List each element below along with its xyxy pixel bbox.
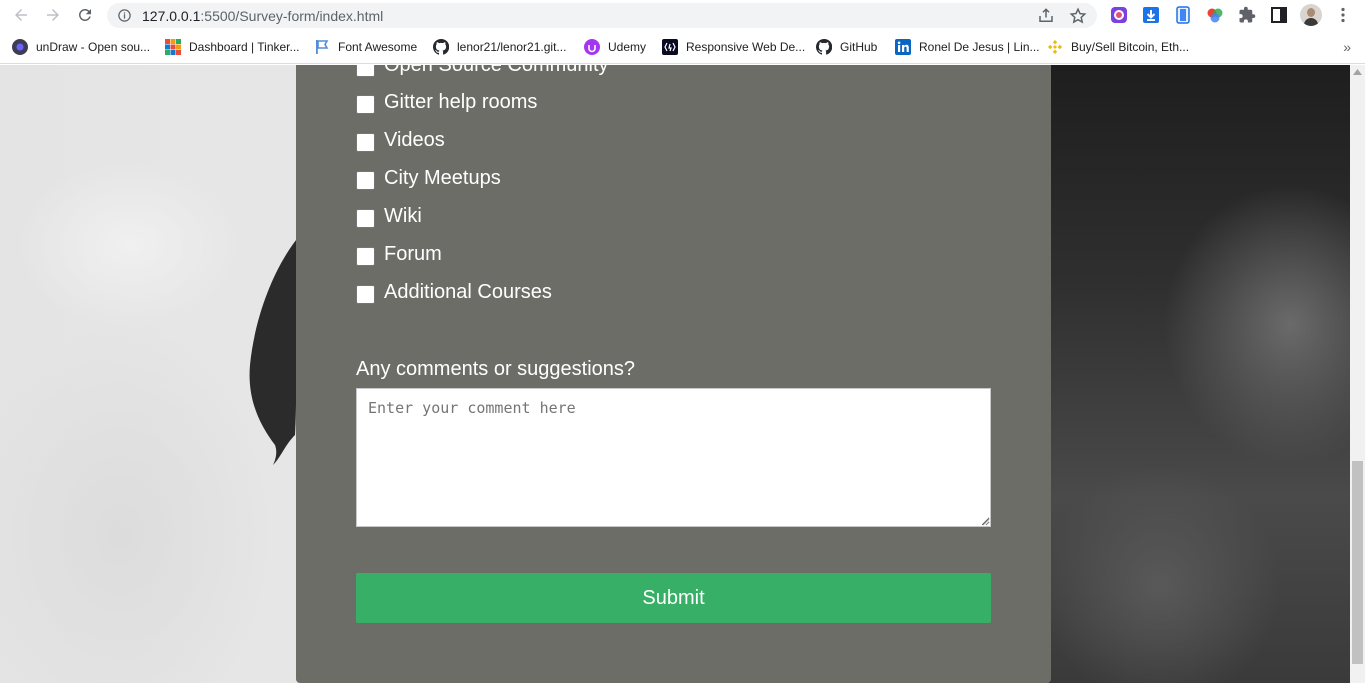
freecodecamp-icon	[662, 39, 678, 55]
checkbox-row-city-meetups[interactable]: City Meetups	[356, 166, 501, 190]
linkedin-icon	[895, 39, 911, 55]
resize-handle-icon[interactable]	[980, 516, 990, 526]
checkbox-label: Forum	[384, 242, 442, 265]
checkbox-row-additional-courses[interactable]: Additional Courses	[356, 280, 552, 304]
checkbox[interactable]	[356, 132, 375, 152]
bookmarks-overflow-chevron-icon[interactable]: »	[1343, 39, 1351, 55]
checkbox[interactable]	[356, 246, 375, 266]
bookmark-freecodecamp[interactable]: Responsive Web De...	[662, 39, 805, 55]
bookmark-font-awesome[interactable]: Font Awesome	[314, 39, 417, 55]
page-viewport: Open Source Community Gitter help rooms …	[0, 65, 1350, 683]
browser-toolbar: 127.0.0.1:5500/Survey-form/index.html	[0, 0, 1365, 31]
extensions-puzzle-icon[interactable]	[1238, 6, 1256, 24]
url-path: :5500/Survey-form/index.html	[200, 8, 384, 24]
bookmark-udemy[interactable]: Udemy	[584, 39, 646, 55]
bookmarks-bar: unDraw - Open sou... Dashboard | Tinker.…	[0, 31, 1365, 64]
page-scrollbar[interactable]	[1350, 65, 1365, 683]
bookmark-star-icon[interactable]	[1069, 7, 1087, 25]
url-text[interactable]: 127.0.0.1:5500/Survey-form/index.html	[142, 8, 383, 24]
checkbox-label: Open Source Community	[384, 65, 609, 77]
checkbox-label: Additional Courses	[384, 280, 552, 303]
bookmark-lenor21[interactable]: lenor21/lenor21.git...	[433, 39, 566, 55]
font-awesome-flag-icon	[316, 40, 329, 54]
side-panel-icon[interactable]	[1270, 6, 1288, 24]
survey-form: Open Source Community Gitter help rooms …	[296, 65, 1051, 683]
background-image-right	[1040, 65, 1350, 683]
profile-avatar[interactable]	[1300, 4, 1322, 26]
info-icon[interactable]	[117, 8, 132, 23]
tinkercad-icon	[165, 39, 181, 55]
arrow-right-icon	[47, 9, 59, 21]
bookmark-github[interactable]: GitHub	[816, 39, 877, 55]
checkbox-label: Videos	[384, 128, 445, 151]
checkbox-row-videos[interactable]: Videos	[356, 128, 445, 152]
share-icon[interactable]	[1037, 7, 1055, 25]
bookmark-label: GitHub	[840, 40, 878, 54]
scrollbar-thumb[interactable]	[1352, 461, 1363, 664]
bookmark-label: Udemy	[608, 40, 647, 54]
udemy-icon	[584, 39, 600, 55]
checkbox-row-wiki[interactable]: Wiki	[356, 204, 422, 228]
checkbox[interactable]	[356, 208, 375, 228]
checkbox[interactable]	[356, 170, 375, 190]
bookmark-label: unDraw - Open sou...	[36, 40, 151, 54]
bookmark-binance[interactable]: Buy/Sell Bitcoin, Eth...	[1047, 39, 1189, 55]
checkbox-row-open-source-community[interactable]: Open Source Community	[356, 65, 609, 77]
checkbox-label: Gitter help rooms	[384, 90, 538, 113]
scroll-up-arrow-icon[interactable]	[1353, 69, 1362, 75]
bookmark-undraw[interactable]: unDraw - Open sou...	[12, 39, 150, 55]
checkbox-row-forum[interactable]: Forum	[356, 242, 442, 266]
comments-label: Any comments or suggestions?	[356, 358, 636, 380]
submit-button[interactable]: Submit	[356, 573, 991, 623]
github-icon	[816, 39, 832, 55]
checkbox[interactable]	[356, 94, 375, 114]
colorzilla-extension-icon[interactable]	[1206, 6, 1224, 24]
bookmark-label: Buy/Sell Bitcoin, Eth...	[1071, 40, 1190, 54]
avatar-body	[1304, 18, 1318, 26]
bookmark-linkedin[interactable]: Ronel De Jesus | Lin...	[895, 39, 1040, 55]
bookmark-label: Dashboard | Tinker...	[189, 40, 300, 54]
bookmark-label: lenor21/lenor21.git...	[457, 40, 567, 54]
checkbox[interactable]	[356, 65, 375, 77]
bookmark-tinkercad[interactable]: Dashboard | Tinker...	[165, 39, 300, 55]
arrow-left-icon	[15, 9, 27, 21]
url-host: 127.0.0.1	[142, 8, 201, 24]
checkbox-label: Wiki	[384, 204, 422, 227]
comments-textarea[interactable]	[356, 388, 991, 527]
undraw-icon	[12, 39, 28, 55]
menu-kebab-icon[interactable]	[1334, 6, 1352, 24]
back-button[interactable]	[10, 4, 32, 26]
avatar-face	[1307, 8, 1315, 17]
checkbox-row-gitter-help-rooms[interactable]: Gitter help rooms	[356, 90, 537, 114]
checkbox-label: City Meetups	[384, 166, 501, 189]
bookmark-label: Responsive Web De...	[686, 40, 806, 54]
bookmark-label: Ronel De Jesus | Lin...	[919, 40, 1040, 54]
reload-icon	[78, 8, 91, 21]
binance-icon	[1048, 40, 1062, 54]
checkbox[interactable]	[356, 284, 375, 304]
download-extension-icon[interactable]	[1142, 6, 1160, 24]
reload-button[interactable]	[74, 4, 96, 26]
github-icon	[433, 39, 449, 55]
clipboard-extension-icon[interactable]	[1174, 6, 1192, 24]
forward-button[interactable]	[42, 4, 64, 26]
bookmark-label: Font Awesome	[338, 40, 418, 54]
color-picker-extension-icon[interactable]	[1110, 6, 1128, 24]
address-bar[interactable]: 127.0.0.1:5500/Survey-form/index.html	[107, 3, 1097, 28]
